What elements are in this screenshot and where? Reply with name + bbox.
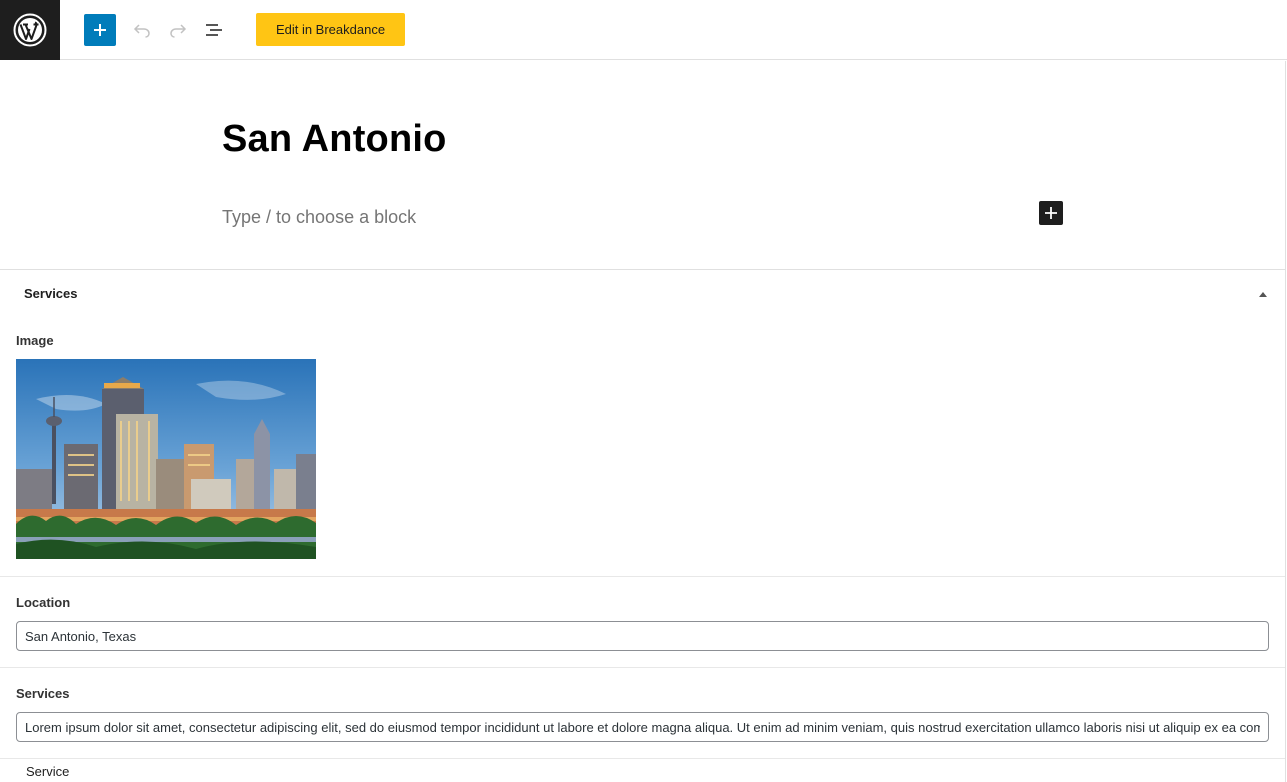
- block-inserter-button[interactable]: [1039, 201, 1063, 225]
- plus-icon: [94, 24, 106, 36]
- location-input[interactable]: [16, 621, 1269, 651]
- field-divider: [0, 758, 1285, 759]
- city-skyline-image[interactable]: [16, 359, 316, 559]
- services-input[interactable]: [16, 712, 1269, 742]
- list-view-button[interactable]: [198, 14, 230, 46]
- default-block-appender[interactable]: Type / to choose a block: [222, 207, 416, 228]
- field-divider: [0, 576, 1285, 577]
- editor-canvas: San Antonio Type / to choose a block: [0, 61, 1286, 269]
- triangle-up-icon: [1259, 291, 1267, 297]
- metabox-title: Services: [24, 286, 78, 301]
- add-block-button[interactable]: [84, 14, 116, 46]
- edit-in-breakdance-button[interactable]: Edit in Breakdance: [256, 13, 405, 46]
- services-metabox: Services Image Location San Antonio, Tex…: [0, 269, 1286, 782]
- list-view-icon: [206, 24, 222, 36]
- undo-icon: [133, 24, 150, 38]
- wordpress-logo-icon[interactable]: [0, 0, 60, 60]
- service-field-label: Service: [26, 764, 70, 779]
- undo-button[interactable]: [126, 14, 158, 46]
- redo-button[interactable]: [162, 14, 194, 46]
- redo-icon: [170, 24, 187, 38]
- image-field-label: Image: [16, 333, 54, 348]
- services-field-label: Services: [16, 686, 70, 701]
- field-divider: [0, 667, 1285, 668]
- post-title[interactable]: San Antonio: [222, 118, 447, 161]
- editor-toolbar: Edit in Breakdance: [0, 0, 1287, 60]
- metabox-toggle-button[interactable]: [1255, 287, 1271, 301]
- metabox-header[interactable]: Services: [0, 270, 1285, 318]
- plus-icon: [1045, 207, 1057, 219]
- location-field-label: Location: [16, 595, 71, 610]
